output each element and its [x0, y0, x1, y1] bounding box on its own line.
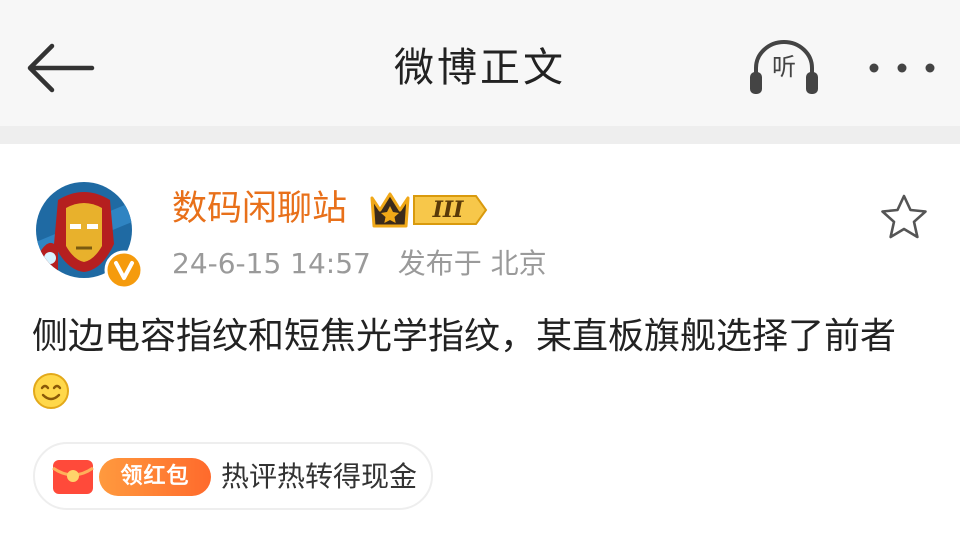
red-packet-promo[interactable]: 领红包 热评热转得现金: [33, 442, 433, 510]
post-time: 24-6-15 14:57: [172, 247, 371, 280]
more-dots-icon: [869, 63, 935, 73]
star-icon: [881, 194, 927, 239]
level-badge[interactable]: III: [368, 188, 488, 232]
smile-emoji-icon: [32, 372, 70, 410]
post-location: 发布于 北京: [397, 247, 547, 280]
favorite-button[interactable]: [878, 192, 930, 242]
red-packet-tag: 领红包: [99, 458, 211, 496]
verified-badge-icon: [104, 250, 144, 290]
listen-label: 听: [772, 53, 796, 81]
author-name[interactable]: 数码闲聊站: [172, 186, 347, 232]
post-text: 侧边电容指纹和短焦光学指纹，某直板旗舰选择了前者: [32, 316, 897, 357]
listen-button[interactable]: 听: [746, 38, 822, 98]
level-badge-label: III: [432, 197, 464, 223]
top-navigation-bar: 微博正文 听: [0, 0, 960, 126]
post-meta: 24-6-15 14:57 发布于 北京: [172, 244, 565, 284]
more-options-button[interactable]: [864, 46, 940, 90]
arrow-left-icon: [27, 43, 95, 93]
post-body: 侧边电容指纹和短焦光学指纹，某直板旗舰选择了前者: [32, 310, 932, 418]
red-envelope-icon: [52, 460, 94, 494]
back-button[interactable]: [22, 40, 96, 96]
red-packet-text: 热评热转得现金: [221, 460, 418, 493]
section-divider: [0, 126, 960, 144]
